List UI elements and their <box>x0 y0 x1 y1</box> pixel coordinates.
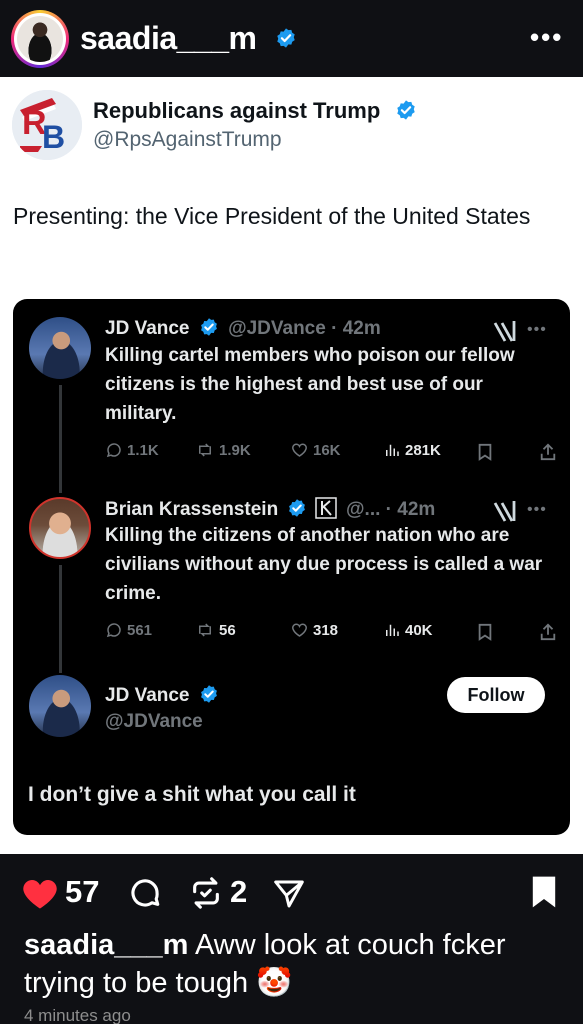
tweet-header: JD Vance @JDVance · 42m <box>105 317 381 340</box>
reply-icon <box>106 623 121 638</box>
reply-icon <box>106 443 121 458</box>
views-icon <box>386 444 399 456</box>
brian-krassenstein-avatar[interactable] <box>29 497 91 559</box>
more-icon[interactable]: ••• <box>527 501 547 519</box>
jd-vance-avatar[interactable] <box>29 675 91 737</box>
jd-vance-avatar[interactable] <box>29 317 91 379</box>
heart-icon[interactable] <box>22 878 58 910</box>
top-bar: saadia___m ••• <box>0 0 583 77</box>
save-icon[interactable] <box>530 875 558 909</box>
verified-icon <box>200 685 217 703</box>
embedded-thread: JD Vance @JDVance · 42m ••• Killing cart… <box>13 299 570 835</box>
reply-button[interactable]: 1.1K <box>105 441 159 459</box>
views-count: 40K <box>405 621 433 639</box>
bookmark-icon[interactable] <box>477 443 493 461</box>
share-icon[interactable] <box>539 622 557 642</box>
reply-count: 561 <box>127 621 153 639</box>
tweet-actions: 1.1K 1.9K 16K 281K <box>105 441 557 465</box>
tweet-header: Brian Krassenstein @... · 42m <box>105 497 435 521</box>
verified-icon <box>277 28 295 48</box>
repost-icon <box>199 443 211 457</box>
timestamp: 4 minutes ago <box>24 1006 131 1024</box>
tweet-handle-time: @JDVance · 42m <box>228 318 381 339</box>
like-count: 16K <box>313 441 341 459</box>
repost-count: 1.9K <box>219 441 251 459</box>
rb-logo: R B <box>12 90 82 160</box>
verified-icon <box>200 318 217 336</box>
follow-button[interactable]: Follow <box>447 677 545 713</box>
more-icon[interactable]: ••• <box>527 321 547 339</box>
poster-name[interactable]: Republicans against Trump <box>93 98 380 124</box>
post-text: Presenting: the Vice President of the Un… <box>13 203 531 229</box>
like-count[interactable]: 57 <box>65 874 99 910</box>
like-icon <box>292 623 307 637</box>
views-icon <box>386 624 399 636</box>
bookmark-icon[interactable] <box>477 623 493 641</box>
like-count: 318 <box>313 621 339 639</box>
tweet-handle-time: @... · 42m <box>346 499 436 520</box>
views-count: 281K <box>405 441 441 459</box>
like-icon <box>292 443 307 457</box>
tweet-text: Killing cartel members who poison our fe… <box>105 345 515 424</box>
more-icon[interactable]: ••• <box>530 22 563 53</box>
post-actions-bar: 57 2 saadia___m Aww look at couch fcker … <box>0 854 583 1024</box>
reply-count: 1.1K <box>127 441 159 459</box>
tweet-author[interactable]: JD Vance <box>105 685 190 706</box>
caption: saadia___m Aww look at couch fcker tryin… <box>24 926 564 1002</box>
send-icon[interactable] <box>273 878 305 910</box>
tweet-header: JD Vance <box>105 684 219 707</box>
repost-button[interactable]: 1.9K <box>195 441 251 459</box>
thread-line <box>59 385 62 493</box>
repost-icon[interactable] <box>188 876 224 910</box>
tweet-handle: @JDVance <box>105 711 203 732</box>
repost-count: 56 <box>219 621 236 639</box>
tweet-author[interactable]: JD Vance <box>105 318 190 339</box>
k-badge-icon <box>315 497 337 519</box>
poster-handle[interactable]: @RpsAgainstTrump <box>93 128 282 152</box>
reply-button[interactable]: 561 <box>105 621 152 639</box>
repost-button[interactable]: 56 <box>195 621 236 639</box>
views-button[interactable]: 40K <box>383 621 433 639</box>
tweet-actions: 561 56 318 40K <box>105 621 557 645</box>
tweet-text: Killing the citizens of another nation w… <box>105 525 543 604</box>
like-button[interactable]: 16K <box>290 441 341 459</box>
thread-line <box>59 565 62 673</box>
user-avatar[interactable] <box>11 10 69 68</box>
views-button[interactable]: 281K <box>383 441 441 459</box>
tweet-text: I don’t give a shit what you call it <box>28 783 356 806</box>
verified-icon <box>289 499 306 517</box>
username[interactable]: saadia___m <box>80 20 257 57</box>
clown-emoji: 🤡 <box>256 967 293 999</box>
svg-text:B: B <box>42 119 65 155</box>
share-icon[interactable] <box>539 442 557 462</box>
repost-icon <box>199 623 211 637</box>
post-card: R B Republicans against Trump @RpsAgains… <box>0 77 583 854</box>
repost-count[interactable]: 2 <box>230 874 247 910</box>
caption-username[interactable]: saadia___m <box>24 929 188 961</box>
tweet-author[interactable]: Brian Krassenstein <box>105 499 278 520</box>
like-button[interactable]: 318 <box>290 621 338 639</box>
verified-icon <box>397 100 415 120</box>
comment-icon[interactable] <box>128 876 162 910</box>
